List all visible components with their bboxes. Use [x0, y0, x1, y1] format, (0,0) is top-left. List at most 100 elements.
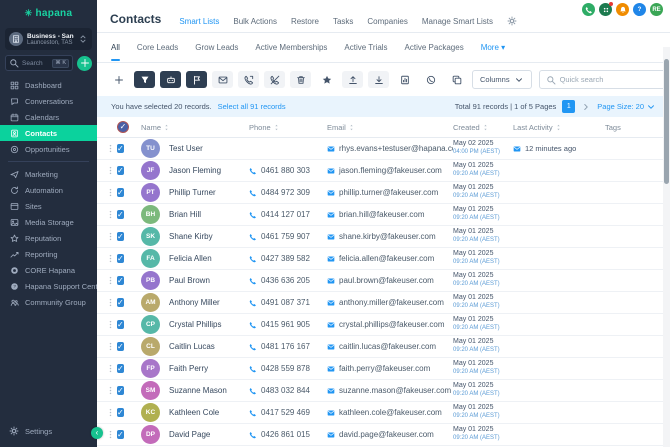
contact-name[interactable]: Faith Perry: [169, 364, 249, 373]
plus-button[interactable]: [108, 71, 129, 88]
next-page-icon[interactable]: [581, 102, 591, 112]
sort-icon[interactable]: [482, 124, 489, 131]
smart-list-tab-active-trials[interactable]: Active Trials: [344, 34, 387, 61]
row-checkbox[interactable]: ✓: [117, 320, 124, 329]
sidebar-item-hapana-support-center[interactable]: ?Hapana Support Center: [0, 278, 97, 294]
select-all-link[interactable]: Select all 91 records: [218, 102, 286, 111]
copy-button[interactable]: [446, 71, 467, 88]
tab-bulk-actions[interactable]: Bulk Actions: [233, 17, 277, 26]
row-drag-handle-icon[interactable]: [103, 342, 117, 351]
flag-button[interactable]: [186, 71, 207, 88]
row-checkbox[interactable]: ✓: [117, 408, 124, 417]
row-drag-handle-icon[interactable]: [103, 364, 117, 373]
row-drag-handle-icon[interactable]: [103, 210, 117, 219]
contact-email[interactable]: suzanne.mason@fakeuser.com: [327, 386, 453, 395]
row-drag-handle-icon[interactable]: [103, 320, 117, 329]
contact-email[interactable]: caitlin.lucas@fakeuser.com: [327, 342, 453, 351]
contact-name[interactable]: Felicia Allen: [169, 254, 249, 263]
sort-icon[interactable]: [555, 124, 562, 131]
page-size-dropdown[interactable]: Page Size: 20: [597, 102, 656, 112]
row-checkbox[interactable]: ✓: [117, 430, 124, 439]
row-drag-handle-icon[interactable]: [103, 386, 117, 395]
contact-phone[interactable]: 0436 636 205: [249, 276, 327, 285]
contact-phone[interactable]: 0427 389 582: [249, 254, 327, 263]
contact-name[interactable]: Phillip Turner: [169, 188, 249, 197]
row-checkbox[interactable]: ✓: [117, 144, 124, 153]
smart-list-tab-more[interactable]: More ▾: [481, 34, 505, 61]
contact-email[interactable]: crystal.phillips@fakeuser.com: [327, 320, 453, 329]
funnel-button[interactable]: [134, 71, 155, 88]
sidebar-item-calendars[interactable]: Calendars: [0, 109, 97, 125]
sidebar-item-automation[interactable]: Automation: [0, 182, 97, 198]
contact-email[interactable]: rhys.evans+testuser@hapana.com: [327, 144, 453, 153]
sidebar-item-marketing[interactable]: Marketing: [0, 166, 97, 182]
sort-icon[interactable]: [273, 124, 280, 131]
sidebar-search-input[interactable]: Search ⌘ K: [5, 55, 73, 71]
column-header-email[interactable]: Email: [327, 123, 453, 132]
contact-phone[interactable]: 0426 861 015: [249, 430, 327, 439]
contact-phone[interactable]: 0461 880 303: [249, 166, 327, 175]
tab-restore[interactable]: Restore: [291, 17, 319, 26]
row-drag-handle-icon[interactable]: [103, 276, 117, 285]
contact-email[interactable]: paul.brown@fakeuser.com: [327, 276, 453, 285]
contact-name[interactable]: Kathleen Cole: [169, 408, 249, 417]
sidebar-item-settings[interactable]: Settings: [0, 423, 97, 439]
sidebar-item-reputation[interactable]: Reputation: [0, 230, 97, 246]
row-checkbox[interactable]: ✓: [117, 298, 124, 307]
row-checkbox[interactable]: ✓: [117, 386, 124, 395]
sidebar-collapse-button[interactable]: ‹: [91, 427, 103, 439]
sidebar-item-dashboard[interactable]: Dashboard: [0, 77, 97, 93]
contact-name[interactable]: David Page: [169, 430, 249, 439]
columns-dropdown[interactable]: Columns: [472, 70, 532, 89]
row-checkbox[interactable]: ✓: [117, 188, 124, 197]
bell-button[interactable]: [616, 3, 629, 16]
smart-list-tab-all[interactable]: All: [111, 34, 120, 61]
whatsapp-button[interactable]: [420, 71, 441, 88]
contact-email[interactable]: anthony.miller@fakeuser.com: [327, 298, 453, 307]
upload-button[interactable]: [342, 71, 363, 88]
contact-email[interactable]: kathleen.cole@fakeuser.com: [327, 408, 453, 417]
row-checkbox[interactable]: ✓: [117, 254, 124, 263]
row-checkbox[interactable]: ✓: [117, 342, 124, 351]
smart-list-tab-active-memberships[interactable]: Active Memberships: [255, 34, 327, 61]
robot-button[interactable]: [160, 71, 181, 88]
contact-email[interactable]: brian.hill@fakeuser.com: [327, 210, 453, 219]
quick-add-button[interactable]: [77, 56, 92, 71]
quick-search-input[interactable]: Quick search: [539, 70, 670, 89]
scrollbar-thumb[interactable]: [664, 59, 669, 184]
contact-phone[interactable]: 0461 759 907: [249, 232, 327, 241]
row-checkbox[interactable]: ✓: [117, 166, 124, 175]
contact-name[interactable]: Suzanne Mason: [169, 386, 249, 395]
row-checkbox[interactable]: ✓: [117, 232, 124, 241]
column-header-phone[interactable]: Phone: [249, 123, 327, 132]
row-checkbox[interactable]: ✓: [117, 210, 124, 219]
column-header-name[interactable]: Name: [141, 123, 249, 132]
sidebar-item-media-storage[interactable]: Media Storage: [0, 214, 97, 230]
row-drag-handle-icon[interactable]: [103, 254, 117, 263]
scrollbar[interactable]: [663, 47, 670, 447]
contact-name[interactable]: Shane Kirby: [169, 232, 249, 241]
contact-phone[interactable]: 0417 529 469: [249, 408, 327, 417]
column-header-created[interactable]: Created: [453, 123, 513, 132]
row-drag-handle-icon[interactable]: [103, 408, 117, 417]
star-button[interactable]: [316, 71, 337, 88]
tab-tasks[interactable]: Tasks: [333, 17, 353, 26]
contact-name[interactable]: Crystal Phillips: [169, 320, 249, 329]
sidebar-item-core-hapana[interactable]: CORE Hapana: [0, 262, 97, 278]
report-button[interactable]: [394, 71, 415, 88]
row-drag-handle-icon[interactable]: [103, 188, 117, 197]
contact-name[interactable]: Brian Hill: [169, 210, 249, 219]
contact-email[interactable]: shane.kirby@fakeuser.com: [327, 232, 453, 241]
row-drag-handle-icon[interactable]: [103, 144, 117, 153]
tab-manage-smart-lists[interactable]: Manage Smart Lists: [422, 17, 493, 26]
sort-icon[interactable]: [163, 124, 170, 131]
page-1-button[interactable]: 1: [562, 100, 575, 113]
contact-phone[interactable]: 0415 961 905: [249, 320, 327, 329]
contact-phone[interactable]: 0414 127 017: [249, 210, 327, 219]
contact-phone[interactable]: 0491 087 371: [249, 298, 327, 307]
column-header-last-activity[interactable]: Last Activity: [513, 123, 605, 132]
row-checkbox[interactable]: ✓: [117, 276, 124, 285]
sort-icon[interactable]: [348, 124, 355, 131]
sidebar-item-opportunities[interactable]: Opportunities: [0, 141, 97, 157]
contact-email[interactable]: phillip.turner@fakeuser.com: [327, 188, 453, 197]
